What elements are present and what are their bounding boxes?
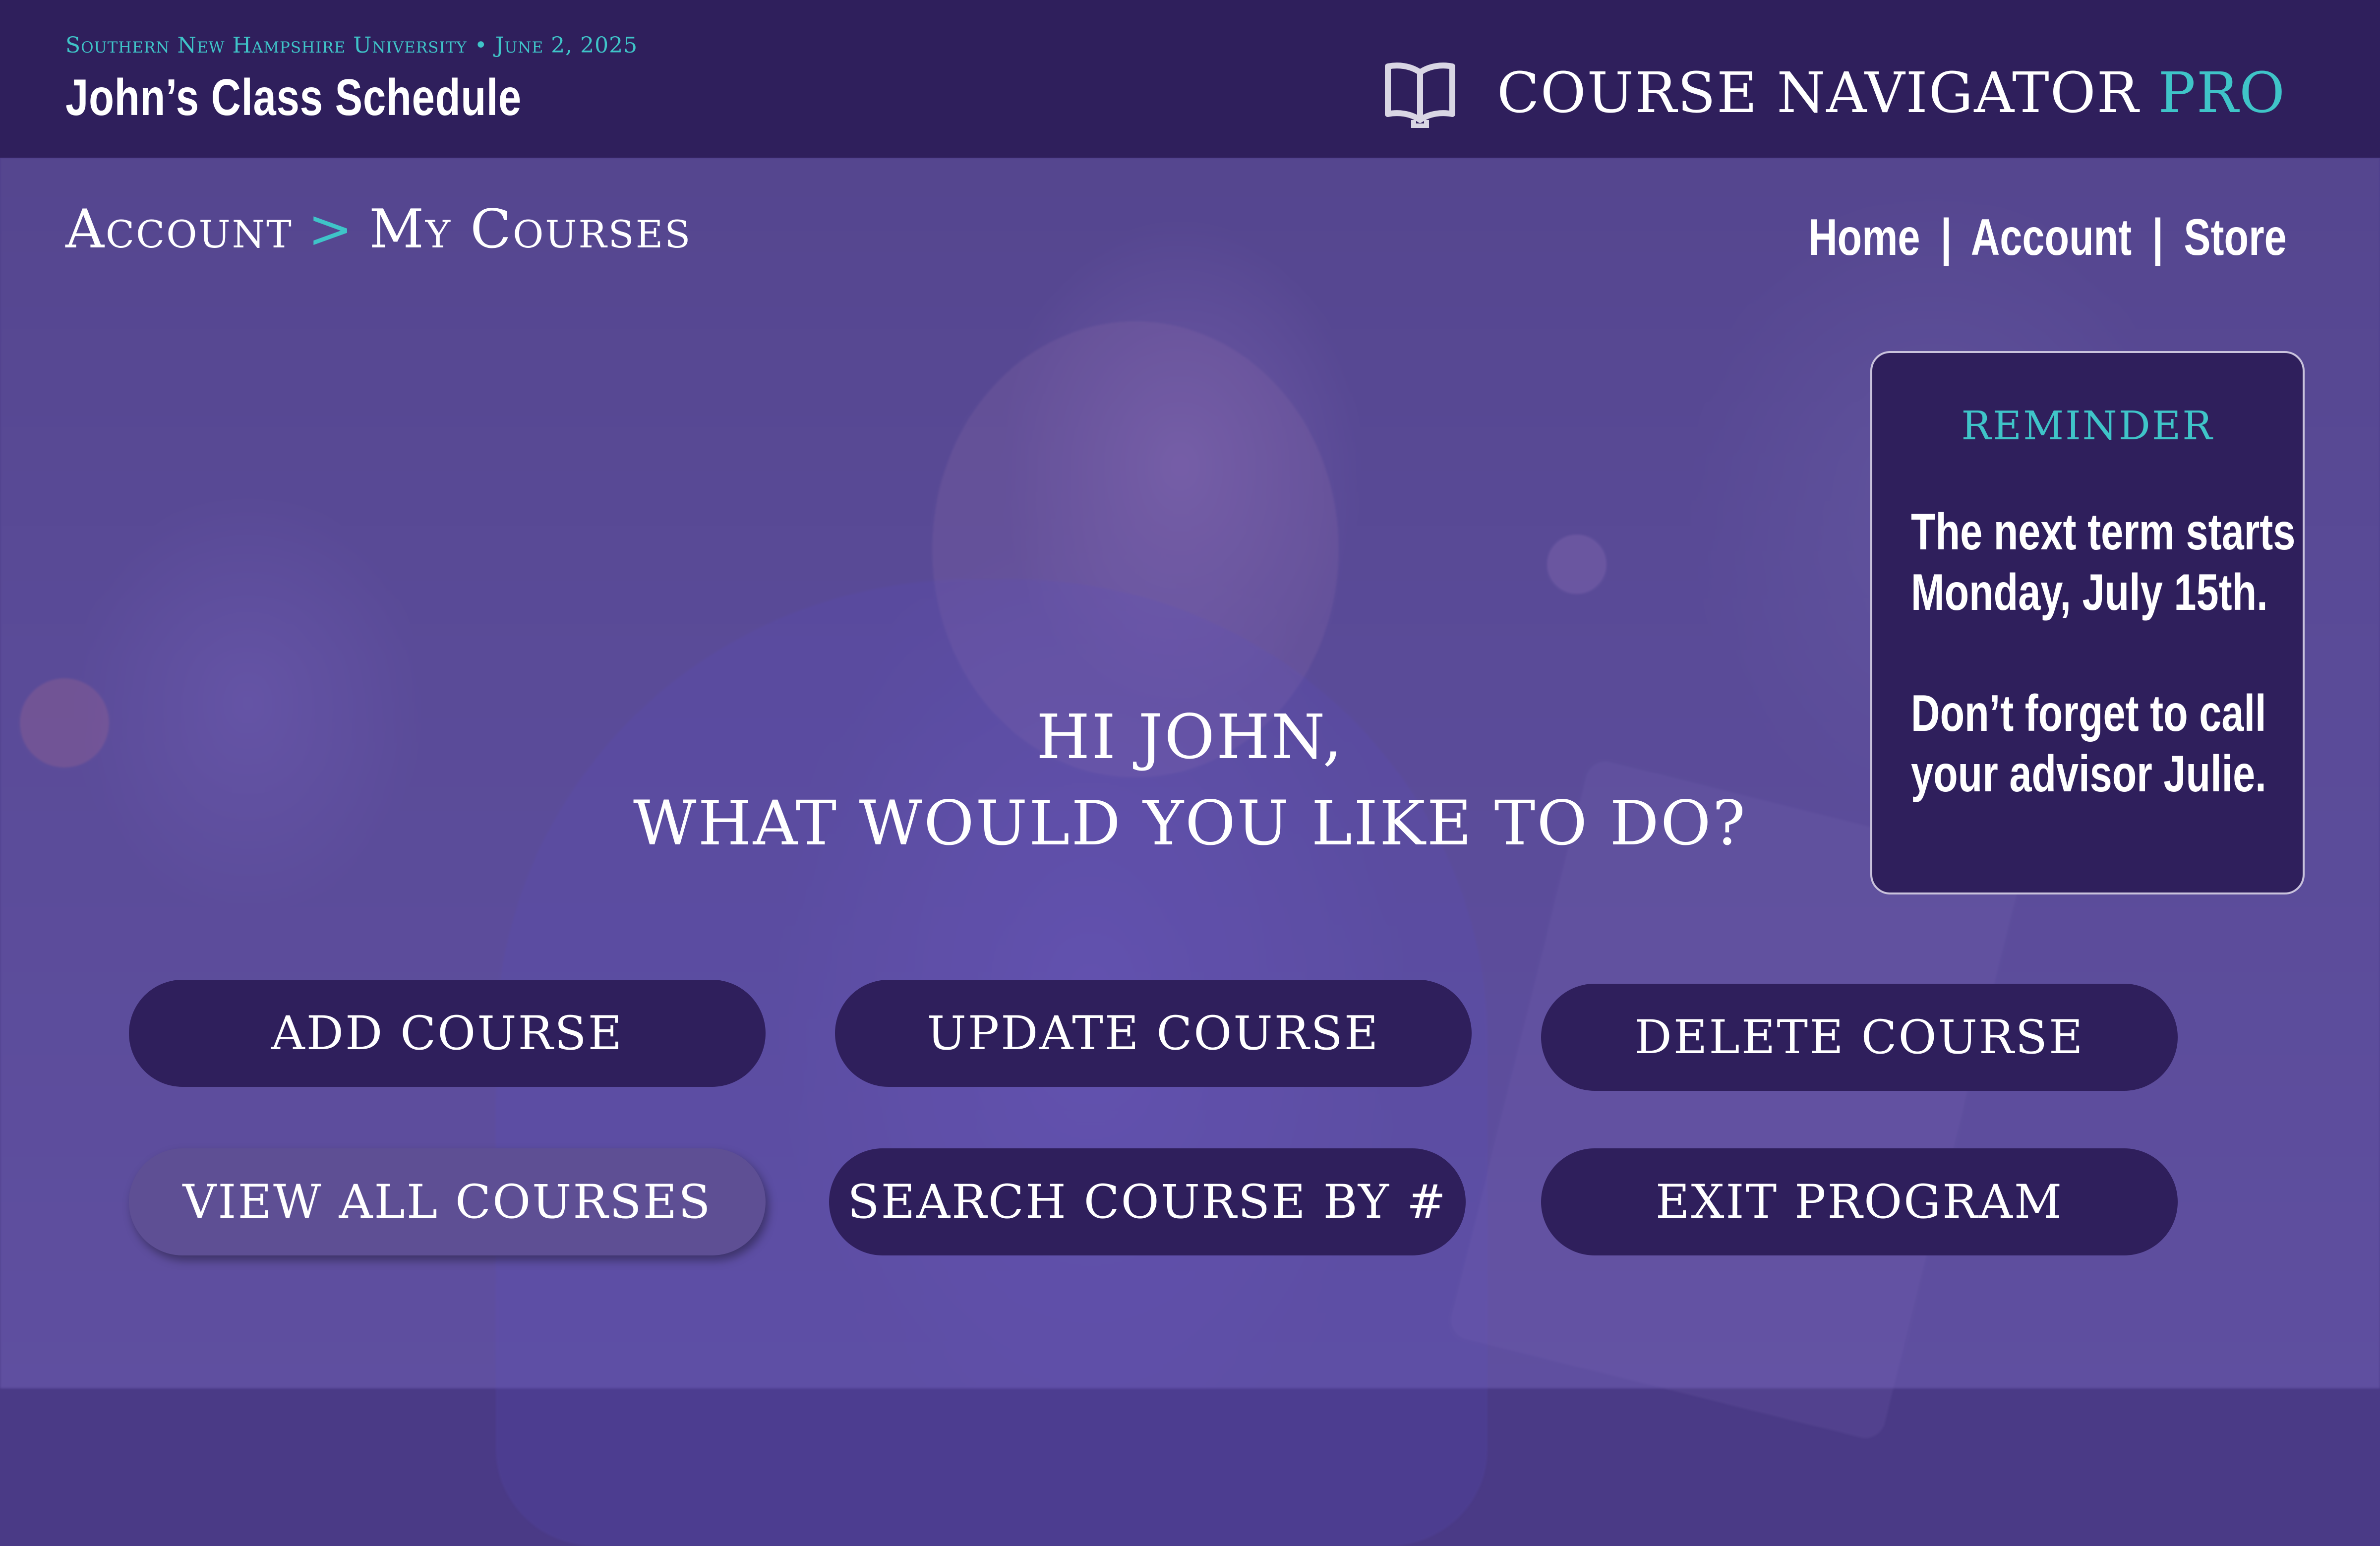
delete-course-button[interactable]: DELETE COURSE [1541,984,2178,1091]
greeting-question: WHAT WOULD YOU LIKE TO DO? [633,788,1747,859]
reminder-line: Monday, July 15th. [1911,564,2268,621]
add-course-button[interactable]: ADD COURSE [129,980,766,1087]
nav-account-link[interactable]: Account [1971,209,2132,266]
nav-separator: | [2152,209,2164,266]
app-name: COURSE NAVIGATOR PRO [1497,61,2286,125]
search-course-button[interactable]: SEARCH COURSE BY # [829,1148,1466,1255]
reminder-advisor: Don’t forget to call your advisor Julie. [1911,683,2266,804]
exit-program-button[interactable]: EXIT PROGRAM [1541,1148,2178,1255]
app-name-main: COURSE NAVIGATOR [1497,61,2140,125]
top-header: Southern New Hampshire University • June… [0,0,2380,158]
reminder-title: REMINDER [1961,403,2214,449]
app-name-accent: PRO [2158,61,2286,125]
reminder-term: The next term starts Monday, July 15th. [1911,502,2295,623]
top-nav: Home | Account | Store [1808,208,2287,267]
breadcrumb-current: My Courses [369,198,692,260]
reminder-message: The next term starts Monday, July 15th. … [1911,502,2295,804]
update-course-button[interactable]: UPDATE COURSE [835,980,1472,1087]
open-book-icon [1385,62,1456,128]
reminder-card: REMINDER The next term starts Monday, Ju… [1870,351,2305,894]
university-date: Southern New Hampshire University • June… [65,33,638,58]
reminder-line: your advisor Julie. [1911,745,2266,803]
breadcrumb: Account > My Courses [65,198,692,260]
nav-home-link[interactable]: Home [1808,209,1920,266]
greeting-name: HI JOHN, [1036,702,1344,773]
app-brand: COURSE NAVIGATOR PRO [1383,59,2286,128]
nav-separator: | [1940,209,1952,266]
background-light [1547,535,1606,594]
breadcrumb-separator: > [307,198,355,260]
background-light [20,678,109,768]
schedule-title: John’s Class Schedule [65,69,522,126]
view-all-courses-button[interactable]: VIEW ALL COURSES [129,1148,766,1255]
reminder-line: The next term starts [1911,503,2296,561]
breadcrumb-account[interactable]: Account [65,198,293,260]
greeting: HI JOHN, WHAT WOULD YOU LIKE TO DO? [545,694,1835,867]
nav-store-link[interactable]: Store [2184,209,2287,266]
reminder-line: Don’t forget to call [1911,685,2266,742]
